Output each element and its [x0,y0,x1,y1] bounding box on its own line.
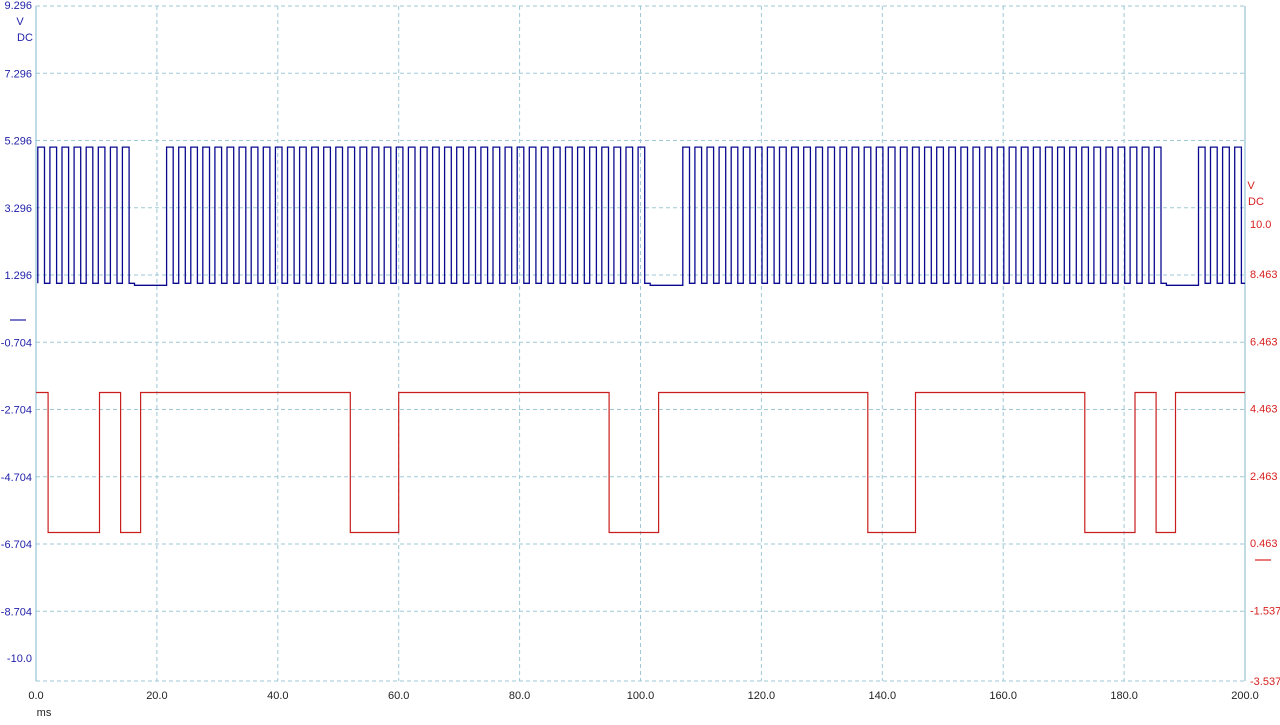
x-tick-label: 20.0 [146,690,167,702]
right-tick-label: 6.463 [1250,336,1278,348]
right-tick-label: -1.537 [1250,605,1280,617]
left-axis: V DC 9.296 7.296 5.296 3.296 1.296 -0.704 -2.7… [1,0,33,665]
x-tick-label: 120.0 [748,690,776,702]
x-tick-label: 180.0 [1110,690,1138,702]
grid [35,5,1246,682]
x-tick-label: 200.0 [1231,690,1259,702]
scope-chart: V DC 9.296 7.296 5.296 3.296 1.296 -0.704 -2.7… [1,0,1280,719]
left-axis-unit: V [16,16,24,28]
left-tick-label: 9.296 [4,0,32,12]
x-tick-label: 100.0 [627,690,655,702]
right-axis-coupling: DC [1248,196,1264,208]
left-tick-label: 5.296 [4,136,32,148]
left-tick-label: 3.296 [4,203,32,215]
x-axis-unit: ms [37,707,52,719]
x-tick-label: 140.0 [869,690,897,702]
left-tick-label: 1.296 [4,270,32,282]
left-tick-label: -0.704 [1,337,32,349]
x-tick-label: 0.0 [28,690,43,702]
x-tick-label: 40.0 [267,690,288,702]
left-tick-label: -10.0 [7,653,32,665]
right-axis-unit: V [1247,180,1255,192]
right-tick-label: -3.537 [1250,676,1280,688]
oscilloscope-view: V DC 9.296 7.296 5.296 3.296 1.296 -0.704 -2.7… [0,0,1280,720]
x-tick-label: 80.0 [509,690,530,702]
right-tick-label: 10.0 [1250,219,1271,231]
x-tick-label: 60.0 [388,690,409,702]
left-tick-label: -8.704 [1,606,32,618]
right-tick-label: 8.463 [1250,269,1278,281]
right-tick-label: 2.463 [1250,471,1278,483]
left-tick-label: -2.704 [1,405,32,417]
x-axis: ms 0.0 20.0 40.0 60.0 80.0 100.0 120.0 140.0 160… [28,690,1258,719]
left-tick-label: -4.704 [1,472,32,484]
channel-a-trace [37,146,1245,286]
left-tick-label: 7.296 [4,68,32,80]
left-tick-label: -6.704 [1,539,32,551]
right-axis: V DC 10.0 8.463 6.463 4.463 2.463 0.463 -1.537… [1247,180,1280,688]
right-tick-label: 0.463 [1250,538,1278,550]
left-axis-coupling: DC [17,32,33,44]
right-tick-label: 4.463 [1250,404,1278,416]
x-tick-label: 160.0 [989,690,1017,702]
